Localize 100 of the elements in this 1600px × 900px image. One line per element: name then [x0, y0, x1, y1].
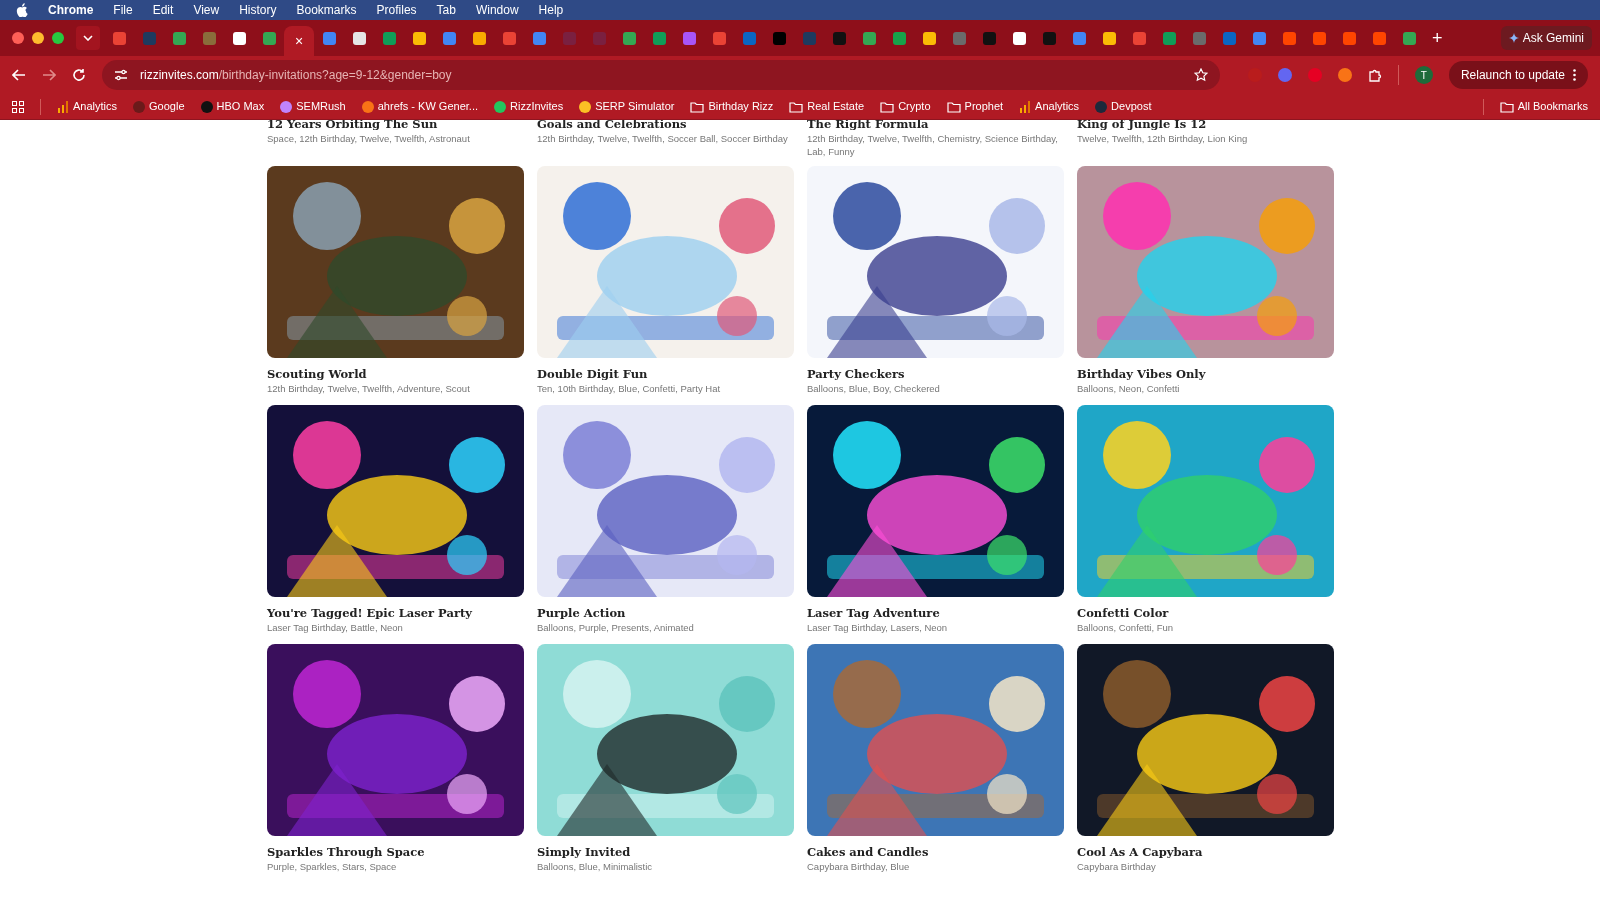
favicon-icon	[532, 31, 546, 45]
menu-item[interactable]: Bookmarks	[296, 1, 357, 19]
bookmark-item[interactable]: Real Estate	[789, 98, 865, 115]
card-title[interactable]: Confetti Color	[1077, 605, 1334, 621]
zoom-window-icon[interactable]	[52, 32, 64, 44]
back-icon[interactable]	[12, 68, 26, 82]
favicon-icon	[1132, 31, 1146, 45]
favicon-icon	[832, 31, 846, 45]
card-title[interactable]: Laser Tag Adventure	[807, 605, 1064, 621]
close-window-icon[interactable]	[12, 32, 24, 44]
favicon-icon	[952, 31, 966, 45]
apple-logo-icon[interactable]	[16, 3, 28, 17]
card-tags: 12th Birthday, Twelve, Twelfth, Chemistry, Science Birthday, Lab, Funny	[807, 132, 1064, 158]
card-tags: 12th Birthday, Twelve, Twelfth, Adventure, Scout	[267, 382, 524, 395]
folder-icon	[690, 100, 705, 113]
menu-item[interactable]: View	[193, 1, 220, 19]
favicon-icon	[1282, 31, 1296, 45]
bookmark-item[interactable]: Analytics	[57, 98, 118, 115]
bookmark-star-icon[interactable]	[1193, 68, 1208, 82]
bar-chart-icon	[1019, 100, 1032, 113]
favicon-icon	[652, 31, 666, 45]
url-text: rizzinvites.com/birthday-invitations?age=9-12&gender=boy	[140, 67, 452, 84]
close-tab-icon[interactable]: ×	[294, 34, 304, 48]
card-tags: Purple, Sparkles, Stars, Space	[267, 860, 524, 873]
menu-item[interactable]: File	[113, 1, 133, 19]
folder-icon	[946, 100, 961, 113]
bookmark-item[interactable]: Devpost	[1095, 98, 1152, 115]
relaunch-button[interactable]: Relaunch to update	[1448, 61, 1588, 89]
site-icon	[361, 100, 374, 113]
all-bookmarks-item[interactable]: All Bookmarks	[1499, 98, 1588, 115]
menu-item[interactable]: Profiles	[376, 1, 417, 19]
card-title[interactable]: Sparkles Through Space	[267, 844, 524, 860]
profile-avatar[interactable]: T	[1414, 66, 1433, 84]
card-tags: Balloons, Purple, Presents, Animated	[537, 621, 794, 634]
favicon-icon	[1252, 31, 1266, 45]
bookmark-item[interactable]: SERP Simulator	[579, 98, 675, 115]
site-icon	[133, 100, 146, 113]
card-title[interactable]: The Right Formula	[807, 120, 1064, 132]
favicon-icon	[982, 31, 996, 45]
card-tags: Balloons, Neon, Confetti	[1077, 382, 1334, 395]
minimize-window-icon[interactable]	[32, 32, 44, 44]
apps-grid-icon[interactable]	[12, 100, 24, 113]
card-title[interactable]: Party Checkers	[807, 366, 1064, 382]
bookmark-item[interactable]: HBO Max	[200, 98, 265, 115]
menu-item[interactable]: Window	[475, 1, 519, 19]
bookmark-item[interactable]: Prophet	[946, 98, 1004, 115]
address-bar[interactable]: rizzinvites.com/birthday-invitations?age=9-12&gender=boy	[102, 60, 1220, 90]
chevron-down-icon	[83, 35, 93, 41]
favicon-icon	[742, 31, 756, 45]
favicon-icon	[232, 31, 246, 45]
favicon-icon	[922, 31, 936, 45]
card-tags: Laser Tag Birthday, Lasers, Neon	[807, 621, 1064, 634]
menu-item[interactable]: Tab	[436, 1, 456, 19]
card-title[interactable]: Cool As A Capybara	[1077, 844, 1334, 860]
bookmark-item[interactable]: SEMRush	[280, 98, 346, 115]
puzzle-icon[interactable]	[1367, 68, 1382, 82]
menu-item[interactable]: Edit	[152, 1, 174, 19]
card-title[interactable]: King of Jungle Is 12	[1077, 120, 1334, 132]
favicon-icon	[1402, 31, 1416, 45]
favicon-icon	[472, 31, 486, 45]
card-tags: Capybara Birthday	[1077, 860, 1334, 873]
browser-tab[interactable]: ×	[284, 26, 314, 56]
menu-item[interactable]: Help	[538, 1, 564, 19]
extension-icon[interactable]	[1307, 68, 1322, 82]
card-tags: 12th Birthday, Twelve, Twelfth, Soccer Ball, Soccer Birthday	[537, 132, 794, 145]
favicon-icon	[1342, 31, 1356, 45]
favicon-icon	[1372, 31, 1386, 45]
card-title[interactable]: Scouting World	[267, 366, 524, 382]
extension-icon[interactable]	[1277, 68, 1292, 82]
folder-icon	[789, 100, 804, 113]
site-settings-icon[interactable]	[114, 69, 128, 81]
card-title[interactable]: Purple Action	[537, 605, 794, 621]
bookmark-item[interactable]: Google	[133, 98, 185, 115]
card-title[interactable]: Cakes and Candles	[807, 844, 1064, 860]
bookmark-item[interactable]: Analytics	[1019, 98, 1080, 115]
card-title[interactable]: Birthday Vibes Only	[1077, 366, 1334, 382]
bookmark-item[interactable]: RizzInvites	[494, 98, 564, 115]
card-title[interactable]: 12 Years Orbiting The Sun	[267, 120, 524, 132]
favicon-icon	[202, 31, 216, 45]
favicon-icon	[1162, 31, 1176, 45]
card-title[interactable]: Goals and Celebrations	[537, 120, 794, 132]
favicon-icon	[1312, 31, 1326, 45]
favicon-icon	[322, 31, 336, 45]
favicon-icon	[712, 31, 726, 45]
new-tab-button[interactable]: +	[1432, 29, 1443, 47]
card-tags: Twelve, Twelfth, 12th Birthday, Lion King	[1077, 132, 1334, 145]
bookmark-item[interactable]: ahrefs - KW Gener...	[361, 98, 478, 115]
reload-icon[interactable]	[72, 68, 86, 82]
app-name[interactable]: Chrome	[48, 1, 94, 19]
extension-icon[interactable]	[1337, 68, 1352, 82]
menu-item[interactable]: History	[239, 1, 277, 19]
card-title[interactable]: Simply Invited	[537, 844, 794, 860]
ask-gemini-button[interactable]: Ask Gemini	[1500, 26, 1592, 50]
site-icon	[494, 100, 506, 113]
forward-icon[interactable]	[42, 68, 56, 82]
tab-search-button[interactable]	[76, 26, 100, 50]
card-title[interactable]: You're Tagged! Epic Laser Party	[267, 605, 524, 621]
card-title[interactable]: Double Digit Fun	[537, 366, 794, 382]
bookmark-item[interactable]: Crypto	[880, 98, 931, 115]
bookmark-item[interactable]: Birthday Rizz	[690, 98, 774, 115]
